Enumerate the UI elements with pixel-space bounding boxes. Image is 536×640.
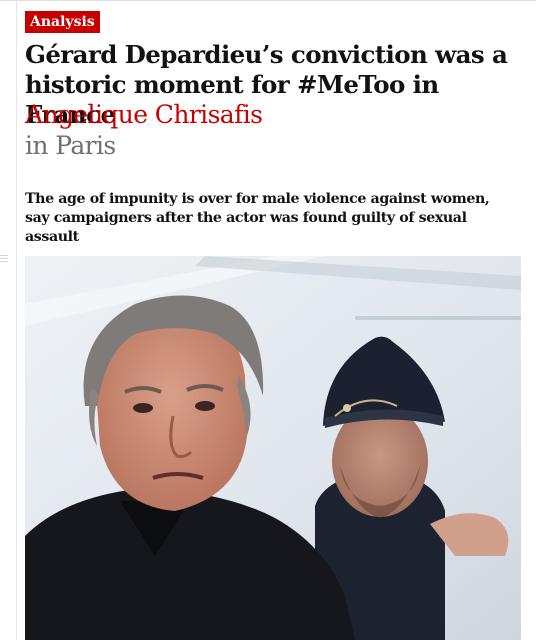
left-gutter-divider (16, 0, 17, 640)
dateline-location: in Paris (25, 131, 116, 160)
article-standfirst: The age of impunity is over for male vio… (25, 191, 490, 245)
section-tag-badge[interactable]: Analysis (25, 11, 100, 33)
lead-photo[interactable] (25, 256, 521, 640)
lead-photo-illustration (25, 256, 521, 640)
author-byline-link[interactable]: Angelique Chrisafis (25, 99, 263, 130)
top-divider (0, 0, 536, 1)
left-gutter-marks (0, 255, 8, 264)
article-page: Analysis Gérard Depardieu’s conviction w… (0, 0, 536, 640)
